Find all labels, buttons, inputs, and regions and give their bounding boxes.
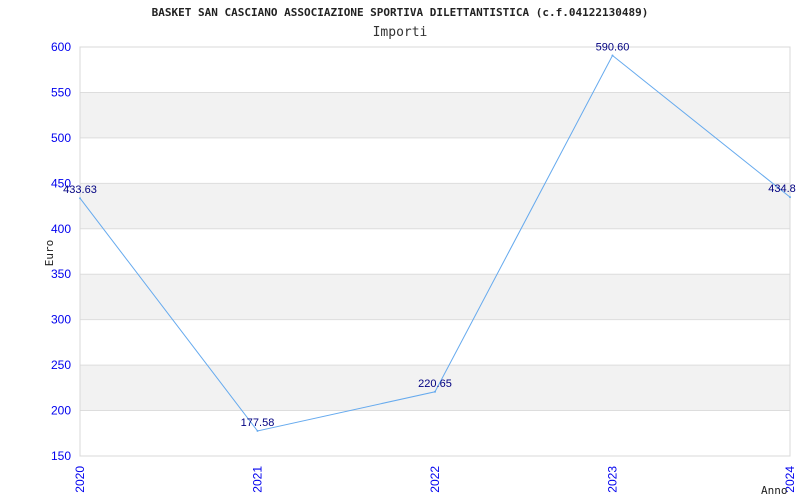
y-tick-label: 150 [51,449,71,463]
y-tick-label: 200 [51,404,71,418]
x-tick-label: 2020 [73,466,87,493]
grid-band [80,274,790,320]
y-tick-label: 600 [51,40,71,54]
data-label: 177.58 [241,417,275,429]
data-label: 434.8 [768,183,796,195]
data-point [434,390,436,393]
y-tick-label: 350 [51,267,71,281]
data-point [79,197,81,200]
x-tick-label: 2023 [606,466,620,493]
data-point [611,54,614,57]
line-chart: 1502002503003504004505005506002020 2021 20… [43,40,797,497]
y-tick-label: 550 [51,85,71,99]
grid-band [80,183,790,229]
x-tick-label: 2022 [428,466,442,493]
y-tick-label: 300 [51,313,71,327]
grid-band [80,92,790,138]
data-label: 433.63 [63,184,97,196]
data-label: 220.65 [418,378,452,390]
y-tick-label: 250 [51,358,71,372]
data-point [789,196,791,199]
y-axis-label: Euro [43,240,56,267]
data-label: 590.60 [596,42,630,54]
y-tick-label: 500 [51,131,71,145]
data-point [256,429,259,432]
x-tick-label: 2021 [251,466,265,493]
x-axis-label: Anno [761,484,788,497]
y-tick-label: 400 [51,222,71,236]
